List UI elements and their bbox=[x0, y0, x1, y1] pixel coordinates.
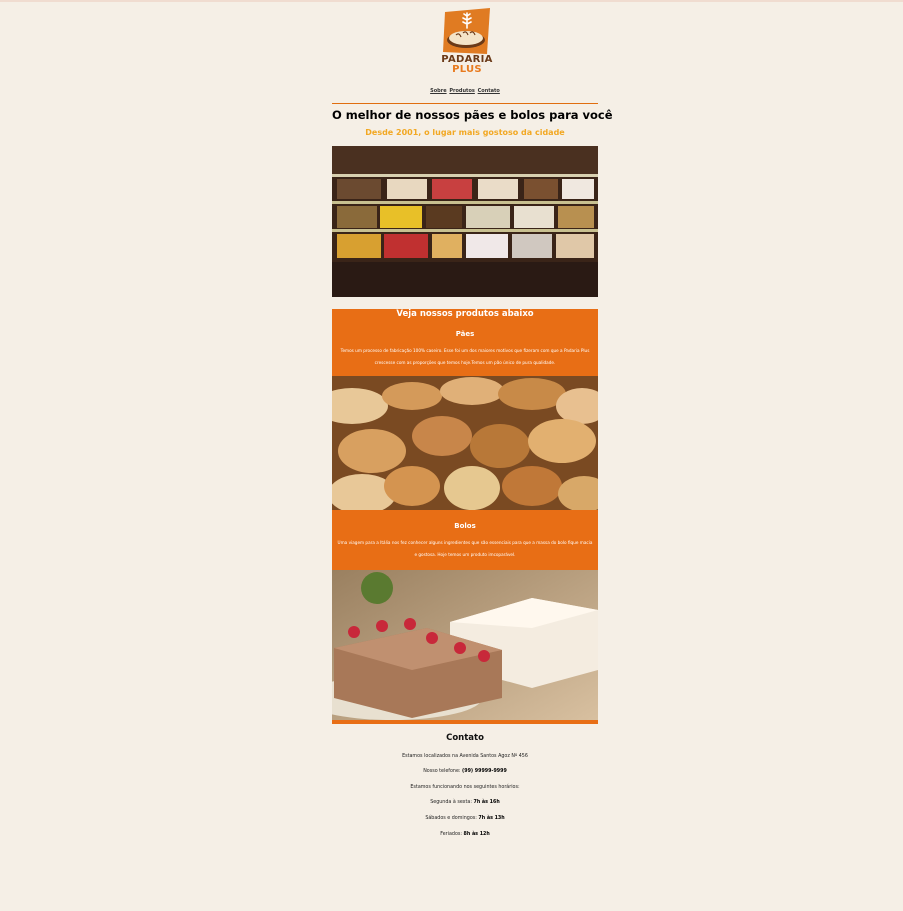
weekends-label: Sábados e domingos: bbox=[425, 815, 479, 821]
products-cakes-section: Bolos Uma viagem para a Itália nos fez c… bbox=[332, 510, 598, 570]
phone-number[interactable]: (99) 99999-9999 bbox=[462, 769, 507, 774]
hours-holidays-row: Feriados: 8h às 12h bbox=[332, 832, 598, 837]
bread-logo-icon bbox=[443, 8, 490, 54]
cakes-image bbox=[332, 570, 598, 724]
hours-intro: Estamos funcionando nos seguintes horári… bbox=[410, 784, 520, 790]
products-title: Veja nossos produtos abaixo bbox=[396, 309, 534, 319]
page-subheadline: Desde 2001, o lugar mais gostoso da cida… bbox=[365, 128, 565, 137]
logo-line2: PLUS bbox=[452, 64, 482, 75]
weekdays-hours: 7h às 16h bbox=[473, 800, 500, 806]
weekdays-label: Segunda à sexta: bbox=[430, 800, 474, 806]
contact-phone-row: Nosso telefone: (99) 99999-9999 bbox=[332, 769, 598, 774]
nav-link-sobre[interactable]: Sobre bbox=[430, 88, 446, 94]
divider bbox=[332, 103, 598, 104]
hero-image bbox=[332, 146, 598, 297]
phone-label: Nosso telefone: bbox=[423, 769, 463, 775]
weekends-hours: 7h às 13h bbox=[478, 815, 505, 821]
products-breads-section: Veja nossos produtos abaixo Pães Temos u… bbox=[332, 309, 598, 376]
breads-title: Pães bbox=[455, 330, 475, 338]
nav-link-contato[interactable]: Contato bbox=[478, 88, 500, 94]
cakes-title: Bolos bbox=[454, 522, 476, 530]
hours-weekends-row: Sábados e domingos: 7h às 13h bbox=[332, 816, 598, 821]
logo-text: PADARIA PLUS bbox=[432, 55, 502, 75]
cakes-text: Uma viagem para a Itália nos fez conhece… bbox=[337, 540, 593, 557]
breads-text: Temos um processo de fabricação 100% cas… bbox=[340, 348, 590, 365]
main-nav: Sobre Produtos Contato bbox=[332, 88, 598, 94]
page-headline: O melhor de nossos pães e bolos para voc… bbox=[332, 108, 613, 122]
nav-link-produtos[interactable]: Produtos bbox=[449, 88, 475, 94]
top-border bbox=[0, 0, 903, 2]
holidays-hours: 8h às 12h bbox=[463, 831, 490, 837]
contact-title: Contato bbox=[446, 733, 484, 743]
contact-address: Estamos localizados na Avenida Santos Ag… bbox=[402, 753, 528, 759]
hours-weekdays-row: Segunda à sexta: 7h às 16h bbox=[332, 800, 598, 805]
contact-section: Contato Estamos localizados na Avenida S… bbox=[332, 730, 598, 837]
breads-image bbox=[332, 376, 598, 510]
holidays-label: Feriados: bbox=[440, 831, 464, 837]
logo[interactable]: PADARIA PLUS bbox=[441, 8, 492, 75]
